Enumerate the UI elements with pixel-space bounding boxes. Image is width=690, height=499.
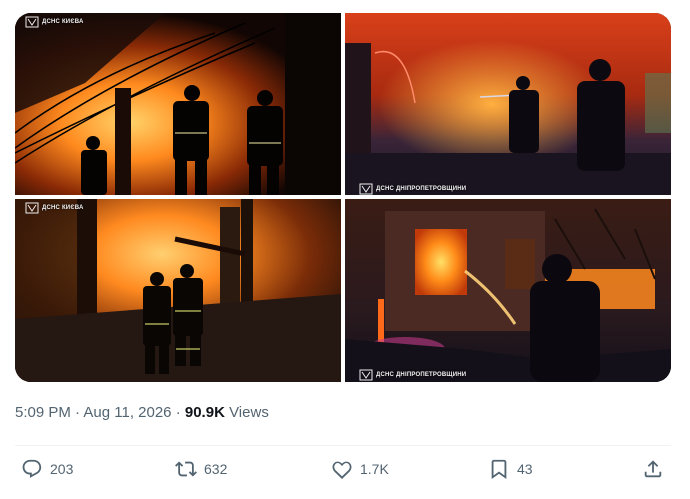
reply-count: 203 [50, 461, 74, 477]
photo-1[interactable]: ДСНС КИЄВА [15, 13, 341, 195]
like-count: 1.7K [360, 461, 389, 477]
reply-button[interactable]: 203 [21, 458, 73, 480]
photo-grid: ДСНС КИЄВА ДСНС ДНІПРОПЕТРОВЩИНИ ДСНС КИ… [15, 13, 671, 382]
tweet-time[interactable]: 5:09 PM [15, 404, 71, 421]
burning-house-image [345, 199, 671, 382]
action-bar: 203 632 1.7K 43 [15, 458, 671, 486]
repost-icon [175, 461, 197, 477]
views-label: Views [229, 404, 269, 421]
emblem-icon [25, 16, 39, 28]
emblem-icon [359, 369, 373, 381]
separator: · [75, 404, 81, 421]
watermark: ДСНС ДНІПРОПЕТРОВЩИНИ [359, 369, 466, 381]
repost-count: 632 [204, 461, 228, 477]
like-button[interactable]: 1.7K [331, 458, 389, 480]
repost-button[interactable]: 632 [175, 458, 227, 480]
watermark-label: ДСНС ДНІПРОПЕТРОВЩИНИ [376, 186, 467, 192]
bookmark-icon [491, 459, 507, 480]
separator: · [175, 404, 181, 421]
emblem-icon [25, 202, 39, 214]
firefighters-silhouette-image [15, 13, 341, 195]
watermark: ДСНС КИЄВА [25, 202, 84, 214]
bookmark-count: 43 [517, 461, 533, 477]
divider [15, 445, 671, 446]
watermark: ДСНС КИЄВА [25, 16, 84, 28]
watermark: ДСНС ДНІПРОПЕТРОВЩИНИ [359, 183, 466, 195]
watermark-label: ДСНС КИЄВА [42, 205, 84, 211]
watermark-label: ДСНС ДНІПРОПЕТРОВЩИНИ [376, 372, 467, 378]
firefighters-hose-image [345, 13, 671, 195]
photo-2[interactable]: ДСНС ДНІПРОПЕТРОВЩИНИ [345, 13, 671, 195]
like-icon [332, 461, 352, 479]
share-button[interactable] [642, 458, 664, 480]
firefighters-rubble-image [15, 199, 341, 382]
emblem-icon [359, 183, 373, 195]
photo-4[interactable]: ДСНС ДНІПРОПЕТРОВЩИНИ [345, 199, 671, 382]
watermark-label: ДСНС КИЄВА [42, 19, 84, 25]
views-count[interactable]: 90.9K [185, 404, 225, 421]
bookmark-button[interactable]: 43 [488, 458, 533, 480]
share-icon [644, 460, 662, 478]
tweet-date[interactable]: Aug 11, 2026 [83, 404, 171, 421]
tweet-meta: 5:09 PM · Aug 11, 2026 · 90.9K Views [15, 404, 269, 421]
photo-3[interactable]: ДСНС КИЄВА [15, 199, 341, 382]
reply-icon [22, 459, 42, 478]
